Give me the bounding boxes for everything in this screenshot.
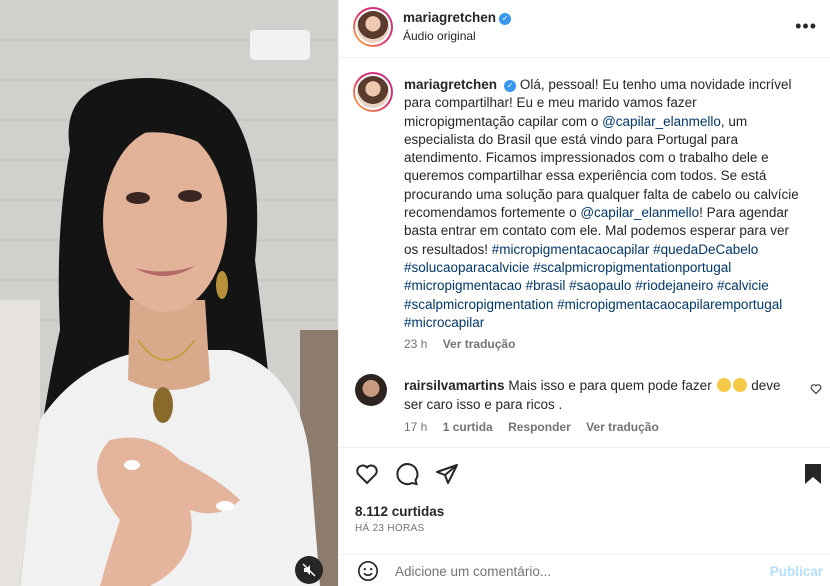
hashtag-link[interactable]: #quedaDeCabelo bbox=[653, 242, 758, 257]
hashtag-link[interactable]: #scalpmicropigmentationportugal bbox=[533, 260, 731, 275]
hashtag-link[interactable]: #solucaoparacalvicie bbox=[404, 260, 529, 275]
hashtag-link[interactable]: #scalpmicropigmentation bbox=[404, 297, 553, 312]
hashtag-link[interactable]: #micropigmentacaocapilaremportugal bbox=[557, 297, 782, 312]
speaker-muted-icon bbox=[302, 563, 316, 577]
more-options-icon[interactable]: ••• bbox=[795, 16, 817, 37]
hashtag-link[interactable]: #calvicie bbox=[717, 278, 769, 293]
comment-username[interactable]: rairsilvamartins bbox=[404, 378, 505, 393]
post-modal: mariagretchen ✓ Áudio original ••• mariag… bbox=[0, 0, 830, 586]
post-header: mariagretchen ✓ Áudio original ••• bbox=[339, 0, 830, 58]
comment-bubble-icon[interactable] bbox=[395, 462, 419, 486]
hashtag-link[interactable]: #riodejaneiro bbox=[635, 278, 713, 293]
mute-button[interactable] bbox=[295, 556, 323, 584]
hashtag-link[interactable]: #micropigmentacaocapilar bbox=[492, 242, 650, 257]
hashtag-link[interactable]: #saopaulo bbox=[569, 278, 631, 293]
mention-link[interactable]: @capilar_elanmello bbox=[602, 114, 721, 129]
hashtag-link[interactable]: #micropigmentacao bbox=[404, 278, 522, 293]
rofl-emoji-icon bbox=[733, 378, 748, 392]
post-date[interactable]: HÁ 23 HORAS bbox=[355, 523, 424, 534]
mention-link[interactable]: @capilar_elanmello bbox=[580, 205, 699, 220]
like-heart-icon[interactable] bbox=[355, 462, 379, 486]
comment-item: rairsilvamartins Mais isso e para quem p… bbox=[404, 376, 784, 414]
caption-text: Olá, pessoal! Eu tenho uma novidade incr… bbox=[404, 77, 799, 330]
verified-badge-icon: ✓ bbox=[499, 13, 512, 25]
author-username[interactable]: mariagretchen bbox=[403, 10, 496, 25]
comment-input[interactable]: Adicione um comentário... bbox=[395, 564, 551, 579]
add-comment-bar: Adicione um comentário... Publicar bbox=[339, 554, 830, 586]
bookmark-save-icon[interactable] bbox=[803, 462, 823, 486]
caption-avatar[interactable] bbox=[353, 72, 393, 112]
hashtag-link[interactable]: #brasil bbox=[526, 278, 566, 293]
caption-time[interactable]: 23 h bbox=[404, 337, 427, 351]
author-avatar[interactable] bbox=[353, 7, 393, 47]
verified-badge-icon: ✓ bbox=[504, 80, 517, 92]
comment-translate-link[interactable]: Ver tradução bbox=[586, 420, 659, 434]
comment-reply-button[interactable]: Responder bbox=[508, 420, 571, 434]
emoji-picker-icon[interactable] bbox=[357, 560, 379, 582]
commenter-avatar[interactable] bbox=[355, 374, 387, 406]
post-video[interactable] bbox=[0, 0, 338, 586]
caption-username[interactable]: mariagretchen bbox=[404, 77, 497, 92]
comment-likes[interactable]: 1 curtida bbox=[443, 420, 493, 434]
share-send-icon[interactable] bbox=[435, 462, 459, 486]
comment-like-heart-icon[interactable] bbox=[810, 383, 822, 395]
audio-label[interactable]: Áudio original bbox=[403, 29, 476, 43]
post-caption: mariagretchen ✓ Olá, pessoal! Eu tenho um… bbox=[404, 76, 804, 332]
comment-meta: 17 h 1 curtida Responder Ver tradução bbox=[404, 420, 671, 434]
comment-text-start: Mais isso e para quem pode fazer bbox=[508, 378, 712, 393]
comment-time[interactable]: 17 h bbox=[404, 420, 427, 434]
hashtag-link[interactable]: #microcapilar bbox=[404, 315, 484, 330]
video-frame bbox=[0, 0, 338, 586]
publish-button[interactable]: Publicar bbox=[770, 564, 823, 579]
caption-translate-link[interactable]: Ver tradução bbox=[443, 337, 516, 351]
likes-count[interactable]: 8.112 curtidas bbox=[355, 504, 444, 519]
post-details-panel: mariagretchen ✓ Áudio original ••• mariag… bbox=[338, 0, 830, 586]
rofl-emoji-icon bbox=[717, 378, 732, 392]
caption-meta: 23 h Ver tradução bbox=[404, 337, 527, 351]
